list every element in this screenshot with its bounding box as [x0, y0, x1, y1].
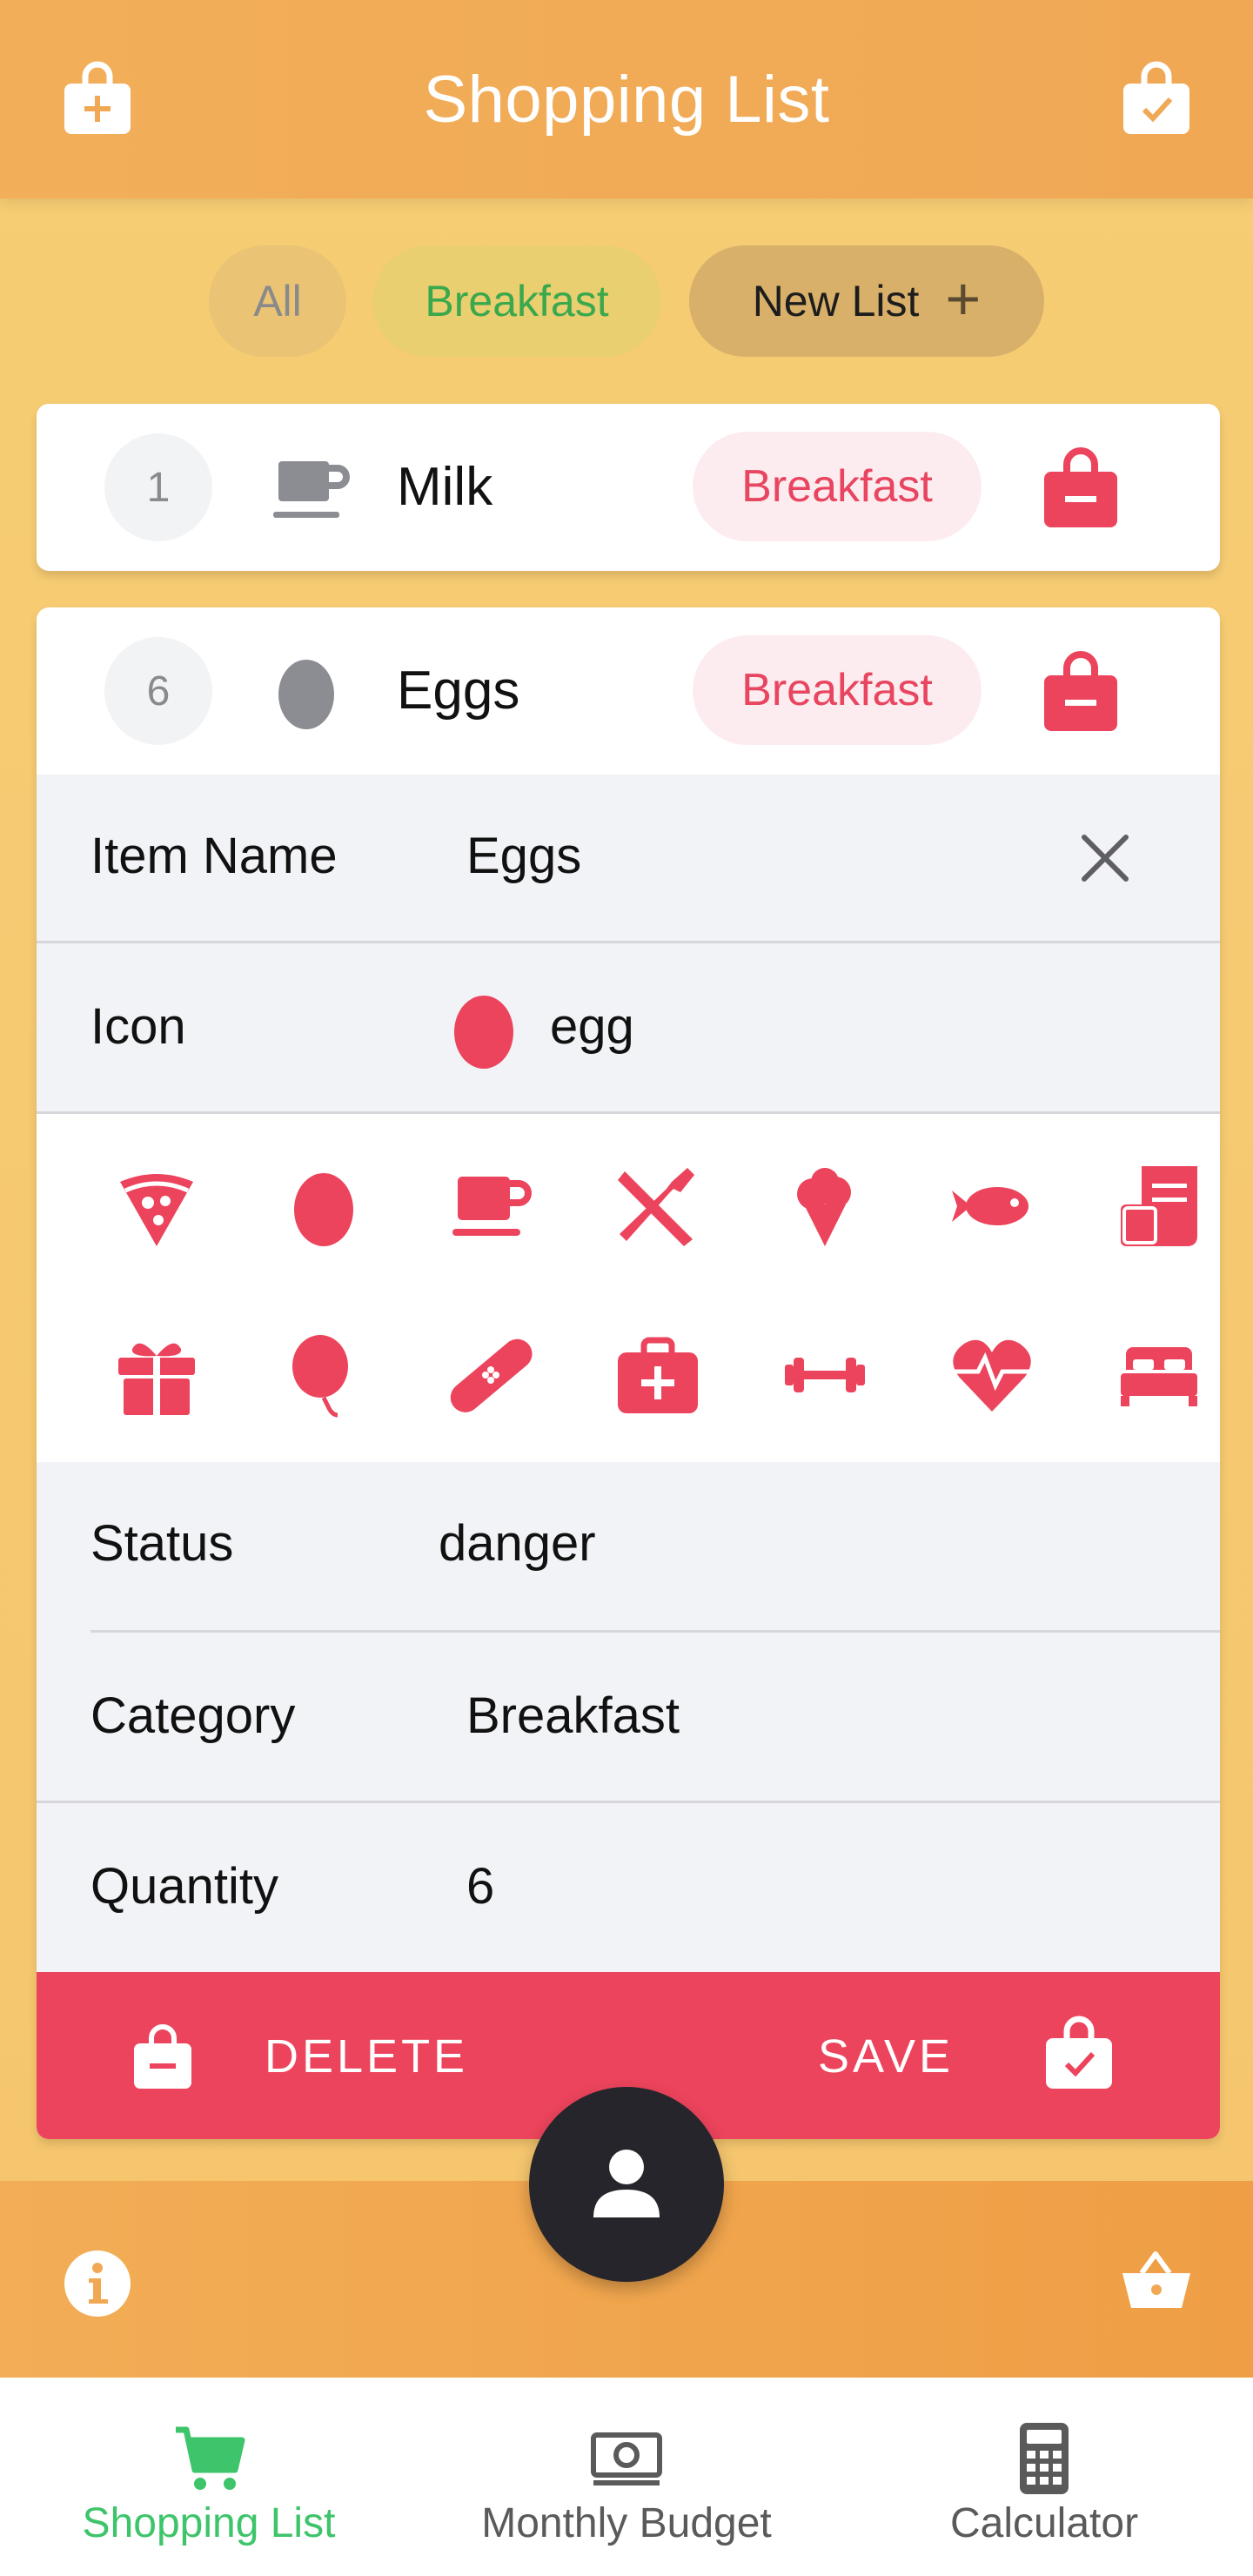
page-title: Shopping List	[423, 62, 830, 137]
item-edit-form: Item Name Eggs Icon egg Status danger Ca…	[37, 775, 1220, 1974]
icon-picker-grid	[37, 1114, 1220, 1462]
bottom-navigation: Shopping List Monthly Budget Calculator	[0, 2378, 1253, 2576]
egg-icon[interactable]	[280, 1163, 367, 1250]
quantity-label: Quantity	[90, 1858, 278, 1915]
bag-remove-icon[interactable]	[1039, 444, 1122, 531]
ice-cream-icon[interactable]	[781, 1163, 868, 1250]
cash-icon	[590, 2423, 663, 2494]
category-label: Category	[90, 1687, 296, 1744]
egg-icon	[451, 987, 517, 1070]
item-name: Eggs	[397, 661, 520, 721]
balloon-icon[interactable]	[280, 1332, 367, 1419]
quantity-badge: 1	[104, 433, 212, 541]
basket-icon[interactable]	[1121, 2249, 1192, 2311]
item-name-label: Item Name	[90, 828, 338, 884]
category-row[interactable]: Category Breakfast	[37, 1633, 1220, 1803]
new-list-button[interactable]: New List +	[689, 245, 1044, 357]
pizza-icon[interactable]	[113, 1163, 200, 1250]
bag-remove-icon[interactable]	[131, 2021, 195, 2092]
nav-label: Monthly Budget	[481, 2500, 772, 2546]
bag-check-icon[interactable]	[1120, 59, 1193, 138]
fish-icon[interactable]	[948, 1163, 1035, 1250]
list-item[interactable]: 1 Milk Breakfast	[37, 404, 1220, 571]
delete-button[interactable]: DELETE	[265, 2029, 468, 2083]
cup-icon[interactable]	[447, 1163, 534, 1250]
receipt-icon[interactable]	[1116, 1163, 1203, 1250]
nav-monthly-budget[interactable]: Monthly Budget	[418, 2378, 835, 2576]
utensils-icon[interactable]	[614, 1163, 701, 1250]
status-label: Status	[90, 1515, 234, 1572]
list-item-expanded[interactable]: 6 Eggs Breakfast Item Name Eggs Icon egg…	[37, 607, 1220, 2139]
filter-chip-breakfast[interactable]: Breakfast	[372, 245, 661, 357]
icon-row[interactable]: Icon egg	[37, 943, 1220, 1114]
icon-label: Icon	[90, 998, 186, 1055]
status-select[interactable]: danger	[439, 1514, 596, 1573]
medkit-icon[interactable]	[614, 1332, 701, 1419]
item-name-field[interactable]: Eggs	[466, 827, 581, 885]
save-button[interactable]: SAVE	[818, 2029, 954, 2083]
item-name: Milk	[397, 457, 493, 517]
info-icon[interactable]	[63, 2249, 132, 2318]
filter-chip-all[interactable]: All	[209, 245, 346, 357]
cup-icon	[273, 449, 352, 527]
category-pill: Breakfast	[693, 635, 982, 745]
gift-icon[interactable]	[113, 1332, 200, 1419]
close-icon[interactable]	[1077, 830, 1133, 886]
app-header: Shopping List	[0, 0, 1253, 198]
bag-remove-icon[interactable]	[1039, 647, 1122, 735]
nav-label: Shopping List	[82, 2500, 336, 2546]
bandage-icon[interactable]	[447, 1332, 534, 1419]
nav-shopping-list[interactable]: Shopping List	[0, 2378, 418, 2576]
barbell-icon[interactable]	[781, 1332, 868, 1419]
egg-icon	[273, 653, 352, 731]
status-row[interactable]: Status danger	[37, 1462, 1220, 1633]
cart-icon	[172, 2423, 245, 2494]
profile-fab-button[interactable]	[529, 2087, 724, 2282]
category-pill: Breakfast	[693, 432, 982, 541]
plus-icon: +	[945, 265, 982, 332]
item-name-row: Item Name Eggs	[37, 775, 1220, 943]
list-filter-chips: All Breakfast New List +	[0, 245, 1253, 357]
pulse-heart-icon[interactable]	[948, 1332, 1035, 1419]
bag-add-icon[interactable]	[61, 59, 134, 138]
nav-label: Calculator	[949, 2500, 1139, 2546]
icon-value: egg	[550, 998, 634, 1055]
calculator-icon	[1008, 2423, 1081, 2494]
category-field[interactable]: Breakfast	[466, 1687, 680, 1745]
bag-check-icon[interactable]	[1042, 2012, 1116, 2092]
person-icon	[590, 2146, 663, 2224]
quantity-field[interactable]: 6	[466, 1857, 494, 1915]
nav-calculator[interactable]: Calculator	[835, 2378, 1253, 2576]
quantity-row[interactable]: Quantity 6	[37, 1803, 1220, 1974]
quantity-badge: 6	[104, 637, 212, 745]
new-list-label: New List	[752, 277, 920, 325]
bed-icon[interactable]	[1116, 1332, 1203, 1419]
